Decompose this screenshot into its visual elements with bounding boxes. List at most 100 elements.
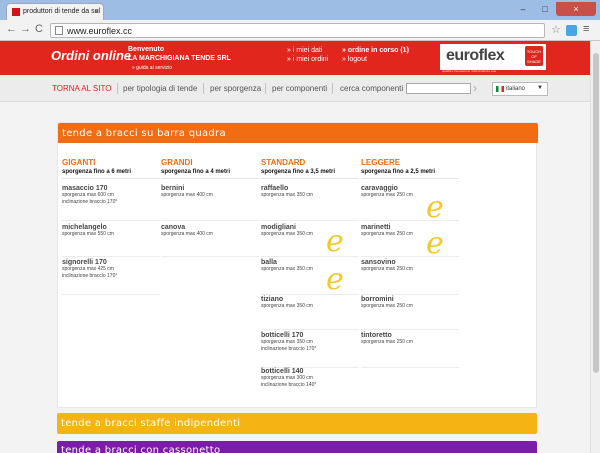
product-name[interactable]: marinetti xyxy=(361,224,459,231)
my-data-link[interactable]: » i miei dati xyxy=(287,46,328,55)
product-name[interactable]: caravaggio xyxy=(361,185,459,192)
section-title-barra-quadra[interactable]: tende a bracci su barra quadra xyxy=(58,123,538,143)
logo-wordmark: euroflex xyxy=(446,47,505,64)
site-header: Ordini online Benvenuto LA MARCHIGIANA T… xyxy=(0,41,600,75)
product-name[interactable]: masaccio 170 xyxy=(62,185,160,192)
product-item[interactable]: tiziano sporgenza max 350 cm xyxy=(261,296,359,330)
product-name[interactable]: bernini xyxy=(161,185,259,192)
by-projection-link[interactable]: per sporgenza xyxy=(210,84,261,93)
back-button[interactable]: ← xyxy=(6,23,17,35)
product-item[interactable]: marinetti sporgenza max 250 cm xyxy=(361,224,459,257)
language-value: italiano xyxy=(506,86,526,92)
browser-tab[interactable]: produttori di tende da sol × xyxy=(6,3,104,20)
minimize-button[interactable]: – xyxy=(512,2,534,16)
product-item[interactable]: masaccio 170 sporgenza max 600 cm inclin… xyxy=(62,185,160,221)
page-icon xyxy=(55,26,63,35)
product-detail: sporgenza max 550 cm xyxy=(62,231,114,237)
product-detail: sporgenza max 350 cm xyxy=(261,339,313,345)
product-item[interactable]: borromini sporgenza max 250 cm xyxy=(361,296,459,330)
product-item[interactable]: botticelli 140 sporgenza max 300 cm incl… xyxy=(261,368,359,404)
address-bar[interactable]: www.euroflex.cc xyxy=(50,23,545,38)
product-item[interactable]: caravaggio sporgenza max 250 cm xyxy=(361,185,459,221)
guide-link[interactable]: » guida ai servizio xyxy=(132,65,172,71)
product-name[interactable]: botticelli 140 xyxy=(261,368,359,375)
product-item[interactable]: signorelli 170 sporgenza max 425 cm incl… xyxy=(62,259,160,295)
product-name[interactable]: michelangelo xyxy=(62,224,160,231)
search-components-label: cerca componenti xyxy=(340,84,404,93)
product-item[interactable]: botticelli 170 sporgenza max 350 cm incl… xyxy=(261,332,359,368)
product-name[interactable]: botticelli 170 xyxy=(261,332,359,339)
product-name[interactable]: sansovino xyxy=(361,259,459,266)
product-item[interactable]: sansovino sporgenza max 250 cm xyxy=(361,259,459,295)
euroflex-logo[interactable]: euroflex TOUCH OF SHADE xyxy=(440,44,546,70)
close-window-button[interactable]: × xyxy=(556,2,596,16)
product-item[interactable]: modigliani sporgenza max 350 cm xyxy=(261,224,359,257)
product-detail: sporgenza max 250 cm xyxy=(361,266,413,272)
welcome-label: Benvenuto xyxy=(128,46,165,53)
search-components-input[interactable] xyxy=(406,83,471,94)
product-detail: inclinazione braccio 140° xyxy=(261,382,317,388)
e-mark-icon: e xyxy=(326,262,344,297)
my-orders-link[interactable]: » i miei ordini xyxy=(287,55,328,64)
maximize-button[interactable]: □ xyxy=(534,2,556,16)
product-detail: sporgenza max 250 cm xyxy=(361,339,413,345)
order-links: » ordine in corso (1) » logout xyxy=(342,46,409,64)
product-item[interactable]: michelangelo sporgenza max 550 cm xyxy=(62,224,160,257)
current-order-link[interactable]: » ordine in corso (1) xyxy=(342,46,409,55)
url-text: www.euroflex.cc xyxy=(67,26,133,36)
category-title[interactable]: GIGANTI xyxy=(62,158,160,167)
by-components-link[interactable]: per componenti xyxy=(272,84,327,93)
account-links: » i miei dati » i miei ordini xyxy=(287,46,328,64)
category-column-leggere: LEGGERE sporgenza fino a 2,5 metri xyxy=(361,158,459,179)
scrollbar-thumb[interactable] xyxy=(593,53,599,373)
e-mark-icon: e xyxy=(426,226,444,261)
language-select[interactable]: italiano ▼ xyxy=(492,82,548,96)
product-detail: sporgenza max 400 cm xyxy=(161,231,213,237)
product-name[interactable]: modigliani xyxy=(261,224,359,231)
tab-close-icon[interactable]: × xyxy=(94,7,99,16)
product-name[interactable]: signorelli 170 xyxy=(62,259,160,266)
product-name[interactable]: balla xyxy=(261,259,359,266)
product-name[interactable]: tintoretto xyxy=(361,332,459,339)
product-detail: sporgenza max 425 cm xyxy=(62,266,114,272)
browser-tabstrip: produttori di tende da sol × – □ × xyxy=(0,0,600,20)
page-scrollbar[interactable] xyxy=(590,41,600,453)
product-detail: inclinazione braccio 170° xyxy=(62,273,118,279)
product-item[interactable]: tintoretto sporgenza max 250 cm xyxy=(361,332,459,368)
category-subtitle: sporgenza fino a 2,5 metri xyxy=(361,169,459,179)
nav-divider xyxy=(117,83,118,94)
product-item[interactable]: bernini sporgenza max 400 cm xyxy=(161,185,259,221)
category-title[interactable]: STANDARD xyxy=(261,158,359,167)
product-detail: sporgenza max 250 cm xyxy=(361,303,413,309)
chevron-right-icon[interactable]: › xyxy=(473,81,477,95)
product-name[interactable]: canova xyxy=(161,224,259,231)
product-name[interactable]: borromini xyxy=(361,296,459,303)
browser-menu-icon[interactable]: ≡ xyxy=(583,23,589,35)
category-title[interactable]: LEGGERE xyxy=(361,158,459,167)
forward-button[interactable]: → xyxy=(20,23,31,35)
nav-divider xyxy=(203,83,204,94)
product-detail: sporgenza max 400 cm xyxy=(161,192,213,198)
product-detail: sporgenza max 350 cm xyxy=(261,266,313,272)
category-subtitle: sporgenza fino a 6 metri xyxy=(62,169,160,179)
e-mark-icon: e xyxy=(426,190,444,225)
extension-icon[interactable] xyxy=(566,25,577,36)
product-item[interactable]: raffaello sporgenza max 350 cm xyxy=(261,185,359,221)
favicon-icon xyxy=(12,8,20,16)
bookmark-star-icon[interactable]: ☆ xyxy=(551,23,561,36)
product-name[interactable]: raffaello xyxy=(261,185,359,192)
product-item[interactable]: balla sporgenza max 350 cm xyxy=(261,259,359,295)
product-name[interactable]: tiziano xyxy=(261,296,359,303)
back-to-site-link[interactable]: TORNA AL SITO xyxy=(52,84,111,93)
section-title-cassonetto[interactable]: tende a bracci con cassonetto xyxy=(57,441,537,453)
product-detail: sporgenza max 350 cm xyxy=(261,303,313,309)
welcome-block: Benvenuto LA MARCHIGIANA TENDE SRL xyxy=(128,45,231,63)
company-name: LA MARCHIGIANA TENDE SRL xyxy=(128,55,231,62)
product-item[interactable]: canova sporgenza max 400 cm xyxy=(161,224,259,257)
section-title-staffe-indipendenti[interactable]: tende a bracci staffe indipendenti xyxy=(57,413,537,434)
reload-button[interactable]: C xyxy=(35,23,43,35)
logout-link[interactable]: » logout xyxy=(342,55,409,64)
e-mark-icon: e xyxy=(326,224,344,259)
by-type-link[interactable]: per tipologia di tende xyxy=(123,84,197,93)
category-title[interactable]: GRANDI xyxy=(161,158,259,167)
